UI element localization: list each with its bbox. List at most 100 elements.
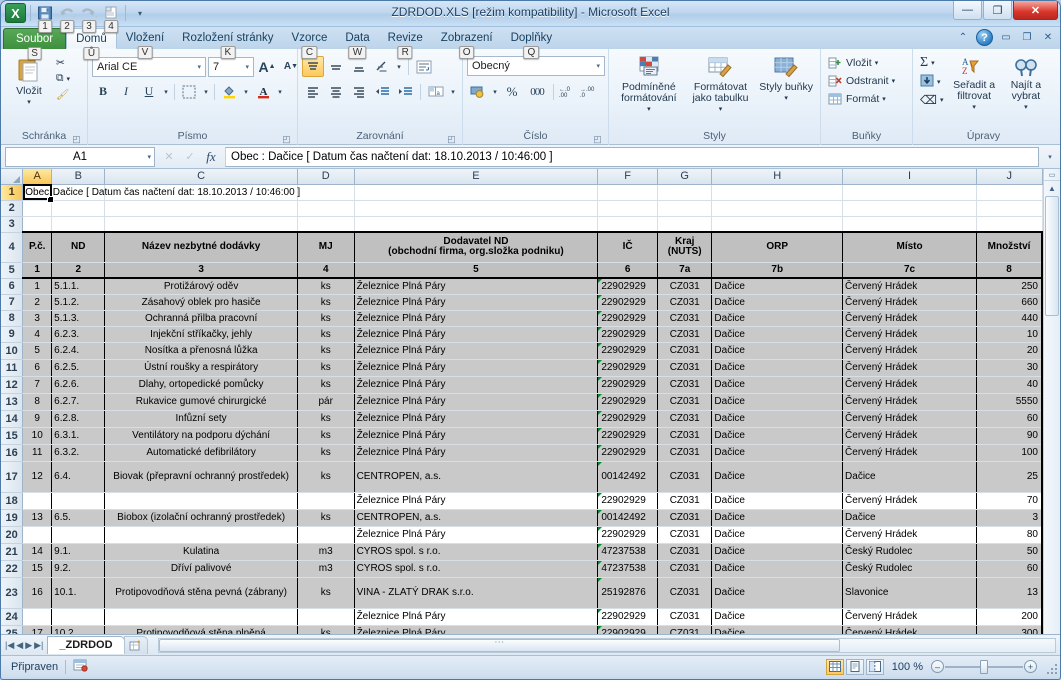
cell-I10[interactable]: Červený Hrádek <box>842 342 978 360</box>
cell-F13[interactable]: 22902929 <box>597 393 658 411</box>
cell-E1[interactable] <box>354 184 599 201</box>
cell-G23[interactable]: CZ031 <box>656 577 713 609</box>
cell-F25[interactable]: 22902929 <box>597 625 658 634</box>
cell-J23[interactable]: 13 <box>976 577 1043 609</box>
table-header-cell-E[interactable]: Dodavatel ND (obchodní firma, org.složka … <box>353 231 599 263</box>
restore-button[interactable]: ❐ <box>983 1 1012 20</box>
row-header-4[interactable]: 4 <box>1 232 24 263</box>
percent-format-button[interactable]: % <box>501 81 523 102</box>
cell-H23[interactable]: Dačice <box>711 577 844 609</box>
cell-J20[interactable]: 80 <box>976 526 1043 544</box>
cell-F16[interactable]: 22902929 <box>597 444 658 462</box>
cell-styles-button[interactable]: Styly buňky ▾ <box>756 54 816 106</box>
cell-H14[interactable]: Dačice <box>711 410 844 428</box>
cell-F7[interactable]: 22902929 <box>597 294 658 311</box>
ribbon-tab-zobrazen-[interactable]: Zobrazení O <box>432 28 502 59</box>
find-select-button[interactable]: Najít a vybrat ▾ <box>1002 54 1050 115</box>
row-header-12[interactable]: 12 <box>1 376 24 394</box>
cell-C17[interactable]: Biovak (přepravní ochranný prostředek) <box>104 461 298 493</box>
ribbon-tab-rozlo-en-str-nky[interactable]: Rozložení stránky K <box>173 28 282 59</box>
cell-G25[interactable]: CZ031 <box>656 625 713 634</box>
cell-E3[interactable] <box>354 216 599 233</box>
last-sheet-button[interactable]: ▶| <box>34 640 43 651</box>
cell-A25[interactable]: 17 <box>22 625 53 634</box>
cell-J14[interactable]: 60 <box>976 410 1043 428</box>
table-subheader-cell-A[interactable]: 1 <box>22 262 53 279</box>
cell-H8[interactable]: Dačice <box>711 310 844 327</box>
fill-button[interactable]: ▾ <box>917 73 946 91</box>
align-top-button[interactable] <box>302 56 324 77</box>
number-format-combo[interactable]: Obecný ▾ <box>467 56 605 76</box>
column-header-E[interactable]: E <box>354 169 599 185</box>
cell-A20[interactable] <box>22 526 53 544</box>
cell-H18[interactable]: Dačice <box>711 492 844 510</box>
cell-C19[interactable]: Biobox (izolační ochranný prostředek) <box>104 509 298 527</box>
cell-D1[interactable] <box>297 184 355 201</box>
cell-B17[interactable]: 6.4. <box>51 461 106 493</box>
cell-B16[interactable]: 6.3.2. <box>51 444 106 462</box>
cell-H12[interactable]: Dačice <box>711 376 844 394</box>
undo-button[interactable]: 2 <box>57 3 77 33</box>
comma-format-button[interactable]: 000 <box>524 81 550 102</box>
cell-B2[interactable] <box>51 200 106 217</box>
cell-E23[interactable]: VINA - ZLATÝ DRAK s.r.o. <box>353 577 599 609</box>
table-subheader-cell-B[interactable]: 2 <box>51 262 106 279</box>
cell-C21[interactable]: Kulatina <box>104 543 298 561</box>
conditional-formatting-button[interactable]: Podmíněné formátování ▾ <box>613 54 685 117</box>
horizontal-scrollbar[interactable] <box>157 637 1056 653</box>
window-restore-doc-icon[interactable]: ❐ <box>1019 30 1035 45</box>
redo-button[interactable]: 3 <box>79 3 99 33</box>
cell-A16[interactable]: 11 <box>22 444 53 462</box>
cell-E25[interactable]: Železnice Plná Páry <box>353 625 599 634</box>
table-subheader-cell-D[interactable]: 4 <box>296 262 355 279</box>
cell-J10[interactable]: 20 <box>976 342 1043 360</box>
cell-G12[interactable]: CZ031 <box>656 376 713 394</box>
cell-D22[interactable]: m3 <box>296 560 355 578</box>
row-header-16[interactable]: 16 <box>1 444 24 462</box>
fill-color-button[interactable] <box>218 81 240 102</box>
row-header-8[interactable]: 8 <box>1 310 24 327</box>
cell-D19[interactable]: ks <box>296 509 355 527</box>
cell-J19[interactable]: 3 <box>976 509 1043 527</box>
formula-input[interactable]: Obec : Dačice [ Datum čas načtení dat: 1… <box>225 146 1039 167</box>
cell-F6[interactable]: 22902929 <box>597 278 658 295</box>
align-center-button[interactable] <box>325 81 347 102</box>
cell-A23[interactable]: 16 <box>22 577 53 609</box>
macro-record-icon[interactable] <box>73 658 88 675</box>
cell-C6[interactable]: Protižárový oděv <box>104 278 298 295</box>
cell-B3[interactable] <box>51 216 106 233</box>
cell-C23[interactable]: Protipovodňová stěna pevná (zábrany) <box>104 577 298 609</box>
cell-D23[interactable]: ks <box>296 577 355 609</box>
cell-G1[interactable] <box>657 184 713 201</box>
cell-F10[interactable]: 22902929 <box>597 342 658 360</box>
cell-H10[interactable]: Dačice <box>711 342 844 360</box>
cell-F18[interactable]: 22902929 <box>597 492 658 510</box>
cell-H22[interactable]: Dačice <box>711 560 844 578</box>
name-box-dropdown-icon[interactable]: ▾ <box>147 153 151 161</box>
cell-I1[interactable] <box>842 184 978 201</box>
ribbon-tab-revize[interactable]: Revize R <box>379 28 432 59</box>
format-cells-button[interactable]: Formát ▾ <box>825 91 889 107</box>
cell-B14[interactable]: 6.2.8. <box>51 410 106 428</box>
cell-I11[interactable]: Červený Hrádek <box>842 359 978 377</box>
italic-button[interactable]: I <box>115 81 137 102</box>
clear-button[interactable]: ⌫ ▾ <box>917 92 946 108</box>
increase-decimal-button[interactable]: ←.0.00 <box>557 81 577 102</box>
cell-D18[interactable] <box>296 492 355 510</box>
cell-C1[interactable] <box>104 184 298 201</box>
cell-J18[interactable]: 70 <box>976 492 1043 510</box>
font-dialog-launcher[interactable]: ◰ <box>282 135 291 144</box>
table-header-cell-B[interactable]: ND <box>51 231 106 263</box>
zoom-slider-handle[interactable] <box>980 659 988 674</box>
cell-G15[interactable]: CZ031 <box>656 427 713 445</box>
cell-F12[interactable]: 22902929 <box>597 376 658 394</box>
cell-H3[interactable] <box>711 216 844 233</box>
cell-E19[interactable]: CENTROPEN, a.s. <box>353 509 599 527</box>
cell-F15[interactable]: 22902929 <box>597 427 658 445</box>
row-header-20[interactable]: 20 <box>1 526 24 544</box>
cell-D14[interactable]: ks <box>296 410 355 428</box>
customize-qat-button[interactable]: ▾ <box>130 3 150 23</box>
page-break-view-button[interactable] <box>865 658 884 675</box>
next-sheet-button[interactable]: ▶ <box>25 640 32 651</box>
cell-J9[interactable]: 10 <box>976 326 1043 343</box>
